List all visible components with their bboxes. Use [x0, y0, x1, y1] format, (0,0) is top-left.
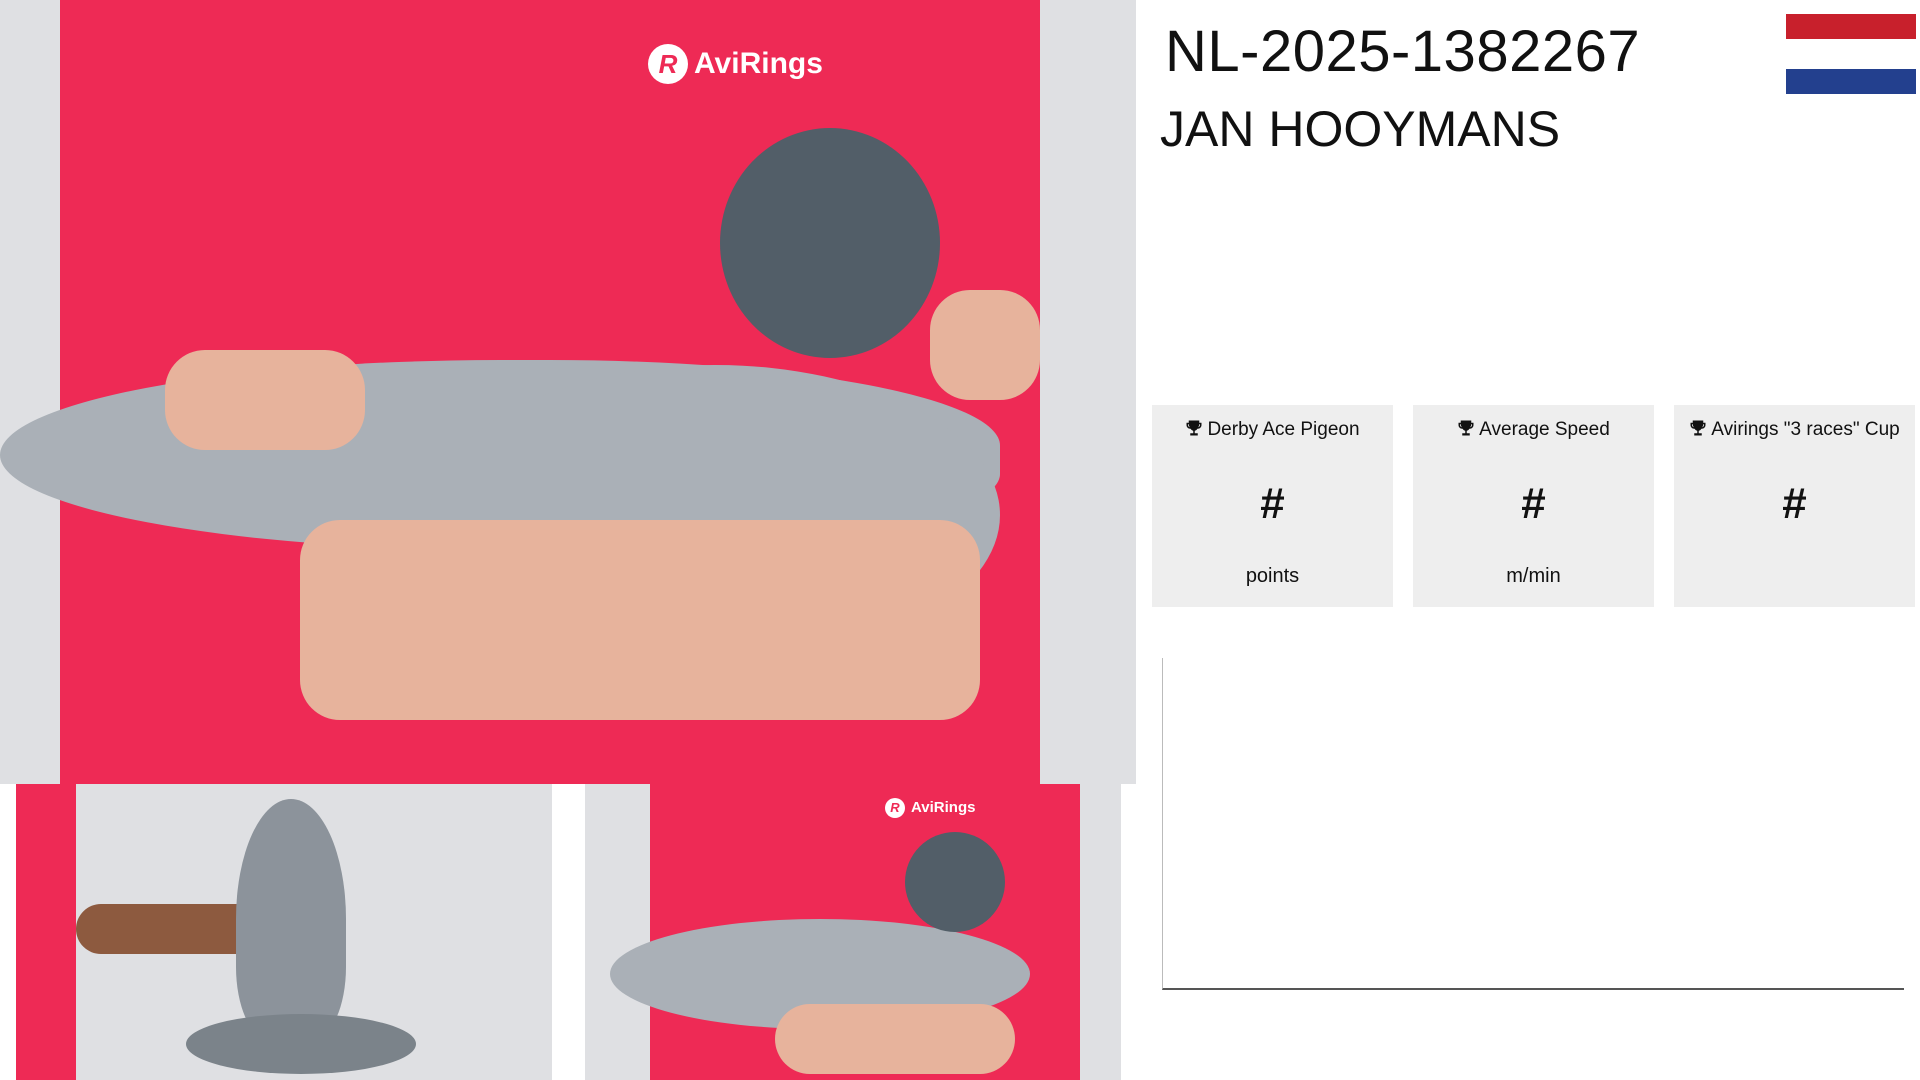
- stat-card-3-races-cup: Avirings "3 races" Cup #: [1674, 405, 1915, 607]
- stat-unit: points: [1245, 565, 1300, 587]
- stat-title: Average Speed: [1479, 419, 1610, 440]
- stat-value: #: [1260, 479, 1285, 528]
- stat-value: #: [1782, 479, 1807, 528]
- brand-logo-text: AviRings: [911, 799, 976, 816]
- stat-card-derby-ace: Derby Ace Pigeon # points: [1152, 405, 1393, 607]
- brand-logo-text: AviRings: [694, 47, 823, 80]
- pigeon-photo-main: R AviRings: [0, 0, 1136, 784]
- stat-card-average-speed: Average Speed # m/min: [1413, 405, 1654, 607]
- stat-value: #: [1521, 479, 1546, 528]
- netherlands-flag-icon: [1786, 14, 1916, 94]
- pigeon-photo-wing: [16, 784, 552, 1080]
- ring-number: NL-2025-1382267: [1165, 19, 1641, 84]
- pigeon-photo-side: R AviRings: [585, 784, 1121, 1080]
- trophy-icon: [1458, 420, 1474, 436]
- stat-title: Avirings "3 races" Cup: [1711, 419, 1900, 440]
- trophy-icon: [1690, 420, 1706, 436]
- results-chart-area: [1162, 658, 1904, 990]
- stat-title: Derby Ace Pigeon: [1207, 419, 1360, 440]
- trophy-icon: [1186, 420, 1202, 436]
- stat-unit: m/min: [1506, 565, 1561, 587]
- owner-name: JAN HOOYMANS: [1160, 101, 1561, 157]
- pigeon-profile-page: R AviRings R AviRings NL-2025-1382267 JAN …: [0, 0, 1920, 1080]
